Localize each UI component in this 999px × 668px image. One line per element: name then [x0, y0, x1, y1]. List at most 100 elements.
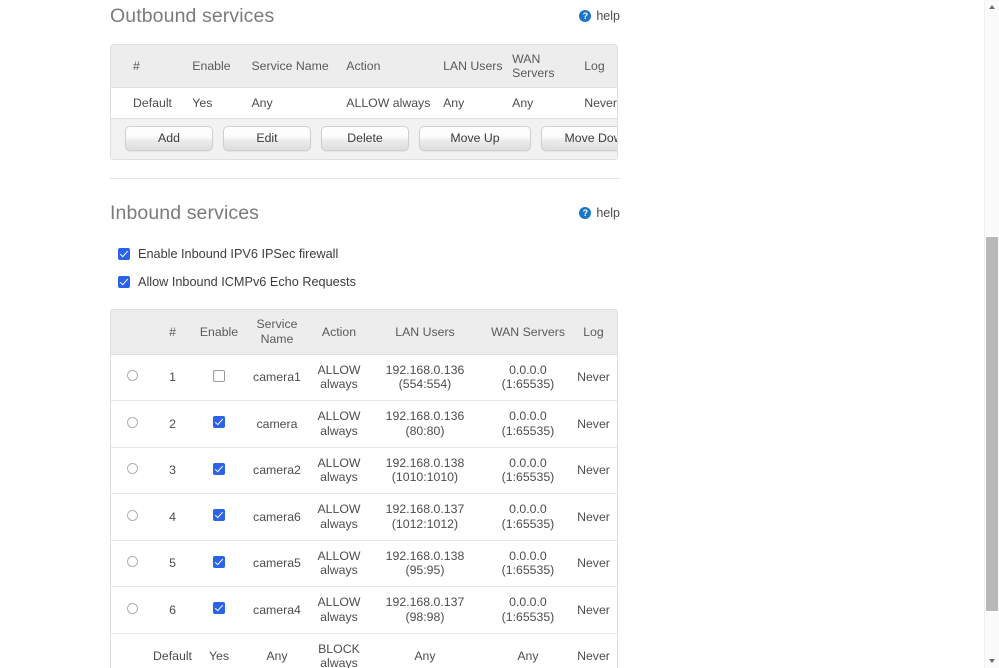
cell-lan-ip: 192.168.0.138 [386, 456, 465, 470]
cell-action-line1: ALLOW [317, 456, 360, 470]
outbound-services-section: Outbound services ? help # Enable Servic… [110, 0, 940, 160]
cell-lan-ports: (98:98) [405, 610, 444, 624]
cell-select [111, 540, 153, 587]
cell-log: Never [584, 88, 617, 119]
column-header-action: Action [346, 45, 443, 88]
cell-log: Never [576, 354, 617, 401]
cell-enable [192, 587, 246, 634]
cell-wan-ip: 0.0.0.0 [509, 502, 547, 516]
row-enable-checkbox[interactable] [213, 556, 225, 568]
allow-icmpv6-echo-checkbox[interactable] [118, 276, 130, 288]
cell-log: Never [576, 540, 617, 587]
cell-wan-servers: Any [512, 88, 584, 119]
column-header-num: # [153, 310, 192, 354]
page-content: Outbound services ? help # Enable Servic… [110, 0, 940, 668]
cell-wan-servers: 0.0.0.0(1:65535) [480, 494, 576, 541]
column-header-action: Action [308, 310, 370, 354]
cell-wan-ports: (1:65535) [502, 424, 555, 438]
row-select-radio[interactable] [127, 463, 138, 474]
cell-service-name: Any [251, 88, 346, 119]
cell-wan-ports: (1:65535) [502, 610, 555, 624]
cell-log: Never [576, 587, 617, 634]
cell-log: Never [576, 447, 617, 494]
cell-wan-ports: (1:65535) [502, 377, 555, 391]
enable-ipv6-ipsec-firewall-checkbox[interactable] [118, 248, 130, 260]
cell-enable [192, 540, 246, 587]
table-row: DefaultYesAnyBLOCKalwaysAnyAnyNever [111, 633, 617, 668]
cell-enable: Yes [192, 633, 246, 668]
cell-wan-servers: Any [480, 633, 576, 668]
row-select-radio[interactable] [127, 510, 138, 521]
cell-wan-servers: 0.0.0.0(1:65535) [480, 401, 576, 448]
table-row: 2cameraALLOWalways192.168.0.136(80:80)0.… [111, 401, 617, 448]
cell-log: Never [576, 401, 617, 448]
cell-num: Default [111, 88, 192, 119]
table-row: 6camera4ALLOWalways192.168.0.137(98:98)0… [111, 587, 617, 634]
cell-lan-ports: (95:95) [405, 563, 444, 577]
allow-icmpv6-echo-option[interactable]: Allow Inbound ICMPv6 Echo Requests [118, 275, 940, 289]
row-enable-checkbox[interactable] [213, 370, 225, 382]
add-button[interactable]: Add [125, 126, 213, 151]
inbound-services-section: Inbound services ? help Enable Inbound I… [110, 197, 940, 668]
row-enable-checkbox[interactable] [213, 463, 225, 475]
cell-service-name: camera5 [246, 540, 308, 587]
scroll-down-arrow[interactable] [985, 654, 999, 668]
outbound-services-table: # Enable Service Name Action LAN Users W… [110, 44, 618, 160]
inbound-services-table: # Enable Service Name Action LAN Users W… [110, 309, 618, 668]
column-header-log: Log [576, 310, 617, 354]
cell-wan-ports: (1:65535) [502, 563, 555, 577]
vertical-scrollbar[interactable] [984, 0, 999, 668]
section-divider [110, 178, 620, 179]
column-header-wan-servers: WAN Servers [512, 45, 584, 88]
cell-wan-ip: 0.0.0.0 [509, 409, 547, 423]
cell-lan-ports: (1012:1012) [392, 517, 458, 531]
cell-lan-users: 192.168.0.138(1010:1010) [370, 447, 480, 494]
cell-select [111, 633, 153, 668]
delete-button[interactable]: Delete [321, 126, 409, 151]
row-enable-checkbox[interactable] [213, 602, 225, 614]
column-header-enable: Enable [192, 310, 246, 354]
allow-icmpv6-echo-label: Allow Inbound ICMPv6 Echo Requests [138, 275, 356, 289]
cell-num: 4 [153, 494, 192, 541]
cell-action-line2: always [320, 517, 358, 531]
cell-action: ALLOWalways [308, 401, 370, 448]
cell-action: ALLOWalways [308, 540, 370, 587]
scrollbar-thumb[interactable] [986, 237, 998, 611]
cell-action-line2: always [320, 470, 358, 484]
scroll-up-arrow[interactable] [985, 0, 999, 14]
cell-service-name: camera [246, 401, 308, 448]
cell-wan-ports: (1:65535) [502, 470, 555, 484]
column-header-num: # [111, 45, 192, 88]
cell-action: ALLOWalways [308, 354, 370, 401]
cell-action-line2: always [320, 656, 358, 668]
cell-action: BLOCKalways [308, 633, 370, 668]
cell-wan-ip: 0.0.0.0 [509, 456, 547, 470]
inbound-help-link[interactable]: ? help [579, 206, 620, 220]
cell-action: ALLOWalways [308, 494, 370, 541]
move-down-button[interactable]: Move Down [541, 126, 618, 151]
edit-button[interactable]: Edit [223, 126, 311, 151]
row-enable-checkbox[interactable] [213, 509, 225, 521]
outbound-help-link[interactable]: ? help [579, 9, 620, 23]
row-select-radio[interactable] [127, 603, 138, 614]
cell-wan-ports: (1:65535) [502, 517, 555, 531]
cell-log: Never [576, 633, 617, 668]
column-header-service-name: Service Name [251, 45, 346, 88]
row-select-radio[interactable] [127, 370, 138, 381]
cell-wan-servers: 0.0.0.0(1:65535) [480, 587, 576, 634]
enable-ipv6-ipsec-firewall-label: Enable Inbound IPV6 IPSec firewall [138, 247, 338, 261]
row-select-radio[interactable] [127, 556, 138, 567]
cell-lan-ip: 192.168.0.137 [386, 595, 465, 609]
cell-action: ALLOWalways [308, 447, 370, 494]
move-up-button[interactable]: Move Up [419, 126, 531, 151]
page-scroll-area: Outbound services ? help # Enable Servic… [0, 0, 985, 668]
cell-action-line1: ALLOW [317, 363, 360, 377]
cell-num: 1 [153, 354, 192, 401]
cell-wan-ip: 0.0.0.0 [509, 549, 547, 563]
table-row: 5camera5ALLOWalways192.168.0.138(95:95)0… [111, 540, 617, 587]
cell-lan-ip: 192.168.0.137 [386, 502, 465, 516]
row-enable-checkbox[interactable] [213, 416, 225, 428]
enable-ipv6-ipsec-firewall-option[interactable]: Enable Inbound IPV6 IPSec firewall [118, 247, 940, 261]
row-select-radio[interactable] [127, 417, 138, 428]
inbound-help-label: help [596, 206, 620, 220]
